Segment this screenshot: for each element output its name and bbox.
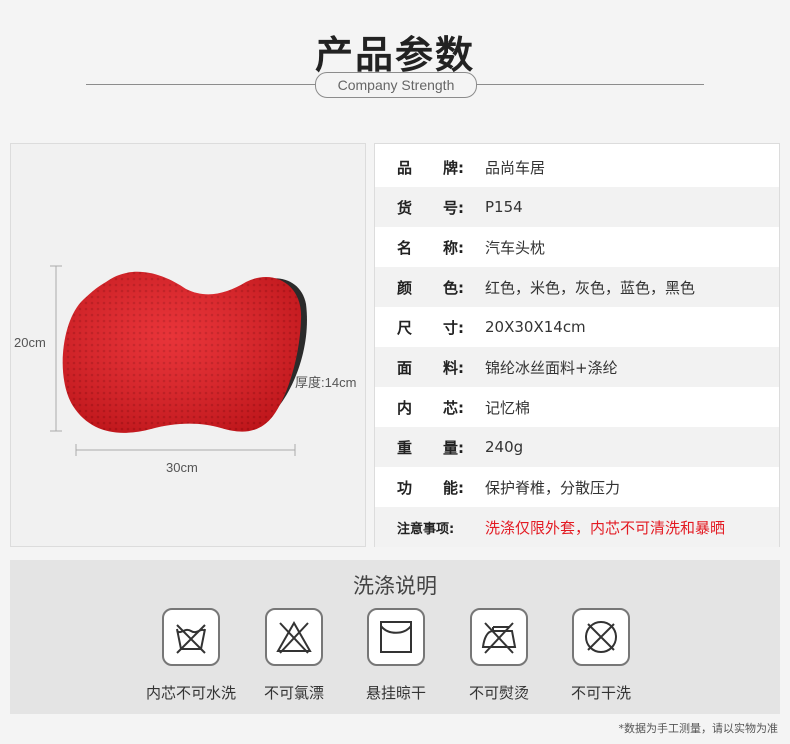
spec-value-color: 红色，米色，灰色，蓝色，黑色 bbox=[485, 278, 696, 297]
spec-key: 称: bbox=[443, 238, 464, 257]
spec-row-model: 货 号: P154 bbox=[375, 187, 779, 227]
spec-row-brand: 品 牌: 品尚车居 bbox=[375, 147, 779, 187]
spec-value-function: 保护脊椎，分散压力 bbox=[485, 478, 621, 497]
wash-item: 不可干洗 bbox=[546, 608, 656, 703]
spec-row-size: 尺 寸: 20X30X14cm bbox=[375, 307, 779, 347]
measurement-note: *数据为手工测量，请以实物为准 bbox=[618, 722, 779, 735]
spec-key: 功 bbox=[397, 478, 413, 497]
spec-table: 品 牌: 品尚车居 货 号: P154 名 称: 汽车头枕 颜 色: 红色，米色… bbox=[374, 143, 780, 547]
spec-value-weight: 240g bbox=[485, 438, 524, 456]
wash-label: 不可干洗 bbox=[570, 684, 631, 702]
spec-key: 牌: bbox=[443, 158, 464, 177]
spec-key: 重 bbox=[397, 438, 413, 457]
spec-key: 寸: bbox=[443, 318, 464, 337]
spec-row-weight: 重 量: 240g bbox=[375, 427, 779, 467]
spec-key: 内 bbox=[397, 398, 413, 417]
wash-title: 洗涤说明 bbox=[353, 574, 437, 598]
spec-key: 颜 bbox=[397, 278, 413, 297]
wash-item: 不可熨烫 bbox=[444, 608, 554, 703]
spec-key: 色: bbox=[443, 278, 464, 297]
spec-key: 能: bbox=[443, 478, 464, 497]
spec-key: 面 bbox=[397, 358, 413, 377]
wash-label: 不可氯漂 bbox=[263, 684, 324, 702]
width-label: 30cm bbox=[166, 460, 198, 475]
spec-key: 号: bbox=[443, 198, 464, 217]
spec-key: 芯: bbox=[443, 398, 464, 417]
spec-row-color: 颜 色: 红色，米色，灰色，蓝色，黑色 bbox=[375, 267, 779, 307]
spec-value-core: 记忆棉 bbox=[485, 398, 531, 417]
spec-row-fabric: 面 料: 锦纶冰丝面料+涤纶 bbox=[375, 347, 779, 387]
spec-row-name: 名 称: 汽车头枕 bbox=[375, 227, 779, 267]
depth-label: 厚度:14cm bbox=[295, 375, 357, 390]
page-title: 产品参数 bbox=[314, 33, 475, 77]
no-iron-icon bbox=[470, 608, 528, 666]
product-image-panel: 20cm 30cm 厚度:14cm bbox=[10, 143, 366, 547]
page-subtitle: Company Strength bbox=[315, 72, 477, 98]
spec-row-notice: 注意事项: 洗涤仅限外套，内芯不可清洗和暴晒 bbox=[375, 507, 779, 547]
spec-value-model: P154 bbox=[485, 198, 523, 216]
spec-key: 品 bbox=[397, 158, 413, 177]
spec-key: 名 bbox=[397, 238, 413, 257]
wash-item: 悬挂晾干 bbox=[341, 608, 451, 703]
height-label: 20cm bbox=[14, 335, 46, 350]
spec-value-brand: 品尚车居 bbox=[485, 158, 546, 177]
wash-label: 悬挂晾干 bbox=[365, 684, 426, 702]
pillow-icon bbox=[50, 265, 307, 456]
spec-row-core: 内 芯: 记忆棉 bbox=[375, 387, 779, 427]
wash-label: 内芯不可水洗 bbox=[145, 684, 236, 702]
wash-label: 不可熨烫 bbox=[468, 684, 529, 702]
wash-instructions: 洗涤说明 内芯不可水洗 不可氯漂 悬挂晾干 不可熨烫 不可干洗 bbox=[10, 560, 780, 714]
spec-key: 量: bbox=[443, 438, 464, 457]
spec-value-name: 汽车头枕 bbox=[485, 238, 546, 257]
spec-key: 料: bbox=[443, 358, 464, 377]
spec-value-size: 20X30X14cm bbox=[485, 318, 586, 336]
spec-key: 货 bbox=[397, 198, 413, 217]
wash-item: 内芯不可水洗 bbox=[136, 608, 246, 703]
spec-key: 尺 bbox=[397, 318, 413, 337]
wash-item: 不可氯漂 bbox=[239, 608, 349, 703]
spec-value-notice: 洗涤仅限外套，内芯不可清洗和暴晒 bbox=[485, 518, 726, 537]
no-wash-icon bbox=[162, 608, 220, 666]
spec-key: 注意事项: bbox=[397, 521, 455, 537]
spec-row-function: 功 能: 保护脊椎，分散压力 bbox=[375, 467, 779, 507]
no-dry-clean-icon bbox=[572, 608, 630, 666]
spec-value-fabric: 锦纶冰丝面料+涤纶 bbox=[485, 358, 618, 377]
hang-dry-icon bbox=[367, 608, 425, 666]
no-bleach-icon bbox=[265, 608, 323, 666]
